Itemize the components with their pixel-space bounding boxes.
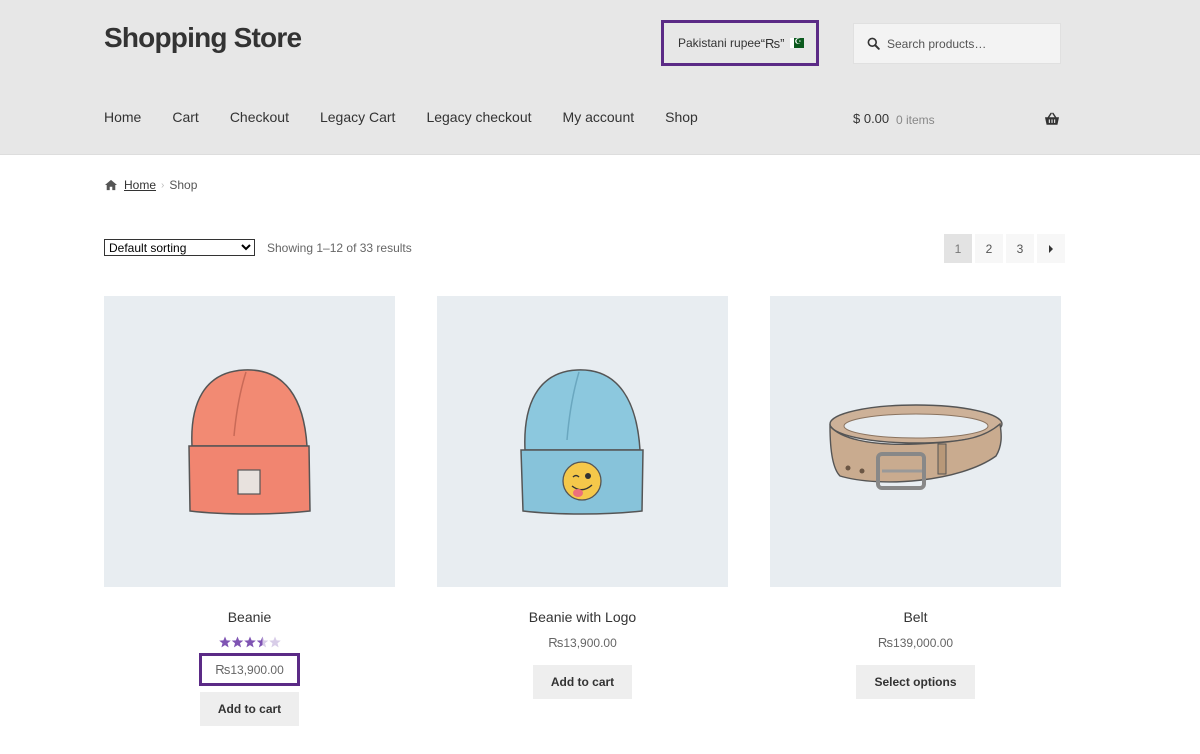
price-amount: 13,900.00	[230, 663, 284, 677]
next-page-button[interactable]	[1037, 234, 1065, 263]
product-price: ₨13,900.00	[199, 653, 300, 686]
sort-select[interactable]: Default sorting	[104, 239, 255, 256]
next-arrow-icon	[1049, 244, 1053, 253]
rating-stars-icon	[218, 636, 281, 648]
search-box	[853, 23, 1061, 64]
product-image-beanie[interactable]	[104, 296, 395, 587]
nav-item-cart[interactable]: Cart	[172, 109, 198, 125]
page-3-button[interactable]: 3	[1006, 234, 1034, 263]
page-1-button[interactable]: 1	[944, 234, 972, 263]
home-icon	[105, 179, 117, 191]
nav-item-my-account[interactable]: My account	[563, 109, 635, 125]
add-to-cart-button[interactable]: Add to cart	[532, 665, 633, 699]
pagination: 1 2 3	[944, 234, 1068, 263]
nav-item-home[interactable]: Home	[104, 109, 141, 125]
basket-icon[interactable]	[1044, 112, 1060, 126]
cart-count[interactable]: 0 items	[896, 113, 935, 127]
star-rating	[104, 635, 395, 649]
nav-item-checkout[interactable]: Checkout	[230, 109, 289, 125]
currency-symbol: ₨	[215, 662, 231, 677]
product-price: ₨13,900.00	[437, 635, 728, 650]
cart-total[interactable]: $ 0.00	[853, 111, 889, 126]
site-header: Shopping Store Pakistani rupee“₨” Home C…	[0, 0, 1200, 155]
product-name[interactable]: Belt	[770, 609, 1061, 625]
select-options-button[interactable]: Select options	[856, 665, 975, 699]
breadcrumb-current: Shop	[169, 178, 198, 192]
product-name[interactable]: Beanie with Logo	[437, 609, 728, 625]
currency-label: Pakistani rupee	[678, 36, 761, 50]
product-card: Beanie with Logo ₨13,900.00 Add to cart	[437, 296, 728, 699]
page-2-button[interactable]: 2	[975, 234, 1003, 263]
price-amount: 13,900.00	[563, 636, 617, 650]
breadcrumb-home-link[interactable]: Home	[124, 178, 156, 192]
search-icon	[867, 37, 880, 50]
product-image-beanie-with-logo[interactable]	[437, 296, 728, 587]
pakistan-flag-icon	[789, 34, 804, 50]
currency-symbol: “₨”	[760, 35, 785, 51]
add-to-cart-button[interactable]: Add to cart	[199, 692, 300, 726]
search-input[interactable]	[887, 36, 1057, 51]
product-card: Beanie ₨13,900.00 Add to cart	[104, 296, 395, 726]
blue-beanie-image	[520, 369, 644, 515]
product-image-belt[interactable]	[770, 296, 1061, 587]
currency-symbol: ₨	[548, 635, 564, 650]
nav-item-shop[interactable]: Shop	[665, 109, 698, 125]
nav-item-legacy-checkout[interactable]: Legacy checkout	[426, 109, 531, 125]
currency-symbol: ₨	[877, 635, 894, 650]
product-price: ₨139,000.00	[770, 635, 1061, 650]
currency-switcher[interactable]: Pakistani rupee “₨”	[661, 20, 819, 66]
breadcrumb-separator-icon: ›	[161, 179, 165, 191]
nav-item-legacy-cart[interactable]: Legacy Cart	[320, 109, 395, 125]
leather-belt-image	[829, 404, 1003, 490]
red-beanie-image	[188, 369, 311, 515]
result-count: Showing 1–12 of 33 results	[267, 241, 412, 255]
primary-navigation: Home Cart Checkout Legacy Cart Legacy ch…	[104, 109, 729, 125]
product-name[interactable]: Beanie	[104, 609, 395, 625]
site-title[interactable]: Shopping Store	[104, 22, 302, 54]
breadcrumb: Home › Shop	[104, 178, 197, 192]
product-card: Belt ₨139,000.00 Select options	[770, 296, 1061, 699]
price-amount: 139,000.00	[893, 636, 954, 650]
